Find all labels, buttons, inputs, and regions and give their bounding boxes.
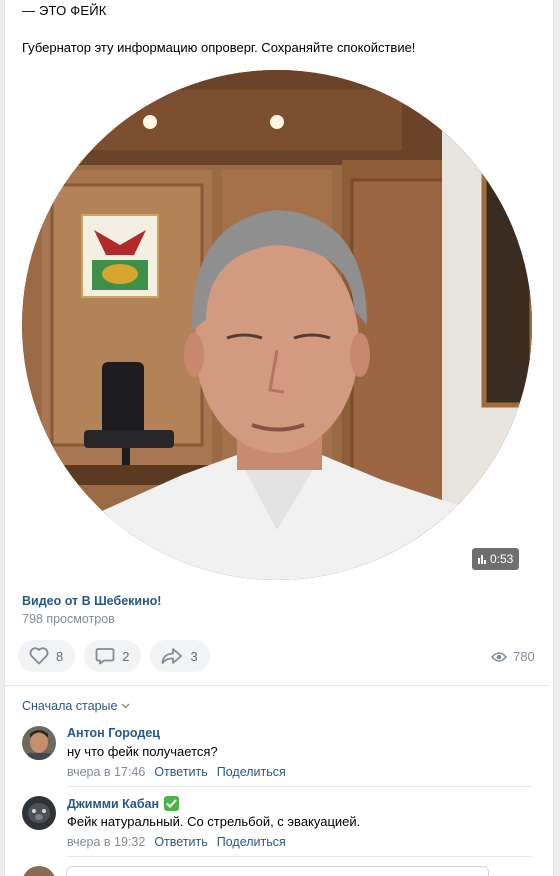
comment-meta: вчера в 17:46 Ответить Поделиться xyxy=(67,765,286,779)
video-circle-frame[interactable] xyxy=(22,70,532,580)
audio-bars-icon xyxy=(478,554,486,564)
comment-divider xyxy=(67,856,532,857)
share-link[interactable]: Поделиться xyxy=(217,835,286,849)
comments-divider xyxy=(4,685,550,686)
chevron-down-icon xyxy=(121,703,130,709)
reply-link[interactable]: Ответить xyxy=(154,835,207,849)
comment-time[interactable]: вчера в 19:32 xyxy=(67,835,145,849)
post-text: Губернатор эту информацию опроверг. Сохр… xyxy=(22,40,416,55)
comment-icon xyxy=(95,648,115,665)
comment-meta: вчера в 19:32 Ответить Поделиться xyxy=(67,835,286,849)
post-view-count: 780 xyxy=(491,649,535,664)
comment-item: Антон Городец ну что фейк получается? вч… xyxy=(22,726,532,786)
eye-icon xyxy=(491,651,507,662)
like-count: 8 xyxy=(56,648,64,664)
video-duration-badge: 0:53 xyxy=(472,548,520,570)
comment-author-name: Джимми Кабан xyxy=(67,796,160,811)
post-actions: 8 2 3 xyxy=(18,640,210,672)
comment-input[interactable] xyxy=(66,866,489,876)
comments-sort-label: Сначала старые xyxy=(22,699,118,713)
avatar[interactable] xyxy=(22,726,56,760)
view-count-value: 780 xyxy=(513,649,535,664)
video-views: 798 просмотров xyxy=(22,612,115,626)
comment-author-name: Антон Городец xyxy=(67,726,160,740)
video-thumbnail xyxy=(22,70,532,580)
video-duration: 0:53 xyxy=(490,552,514,566)
comments-sort-dropdown[interactable]: Сначала старые xyxy=(22,699,130,713)
share-link[interactable]: Поделиться xyxy=(217,765,286,779)
post-header-line: — ЭТО ФЕЙК xyxy=(22,3,107,18)
comment-time[interactable]: вчера в 17:46 xyxy=(67,765,145,779)
share-button[interactable]: 3 xyxy=(150,640,210,672)
comment-divider xyxy=(67,786,532,787)
verified-check-icon xyxy=(164,796,180,811)
video-title[interactable]: Видео от В Шебекино! xyxy=(22,594,161,608)
share-icon xyxy=(162,648,183,664)
comment-text: ну что фейк получается? xyxy=(67,744,218,759)
comment-item: Джимми Кабан Фейк натуральный. Со стрель… xyxy=(22,796,532,856)
like-button[interactable]: 8 xyxy=(18,640,76,672)
heart-icon xyxy=(29,647,49,665)
video-player[interactable]: 0:53 xyxy=(22,70,532,580)
avatar[interactable] xyxy=(22,796,56,830)
comment-author[interactable]: Джимми Кабан xyxy=(67,796,180,811)
comment-author[interactable]: Антон Городец xyxy=(67,726,160,740)
comment-text: Фейк натуральный. Со стрельбой, с эвакуа… xyxy=(67,814,361,829)
share-count: 3 xyxy=(190,648,198,664)
comment-count: 2 xyxy=(122,648,130,664)
reply-link[interactable]: Ответить xyxy=(154,765,207,779)
comment-button[interactable]: 2 xyxy=(84,640,142,672)
